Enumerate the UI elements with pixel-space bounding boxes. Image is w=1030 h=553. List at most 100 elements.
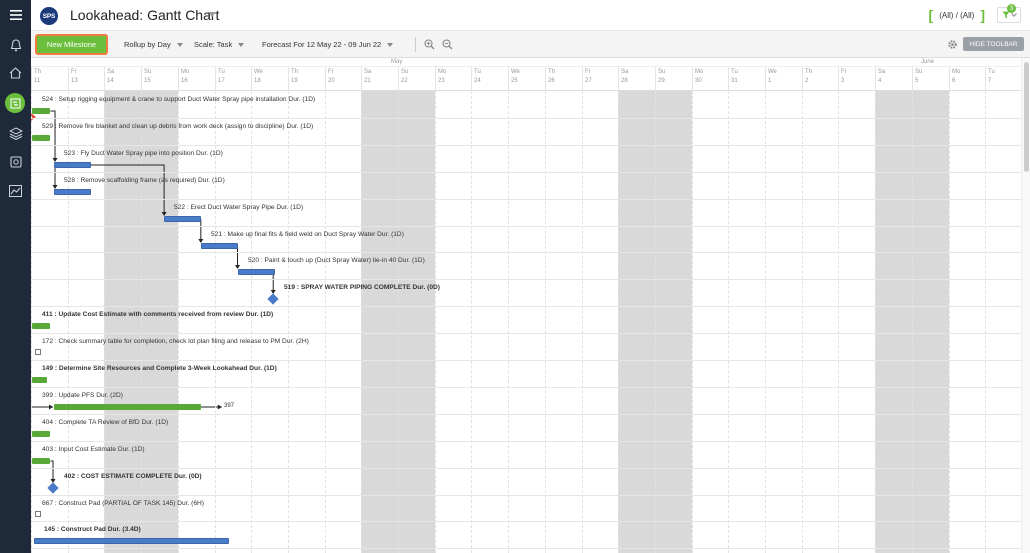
task-label[interactable]: 404 : Complete TA Review of BfD Dur. (1D… [42,419,168,426]
task-bar[interactable] [32,323,50,329]
grid-hline [31,387,1021,388]
task-mini-bar[interactable] [35,511,41,517]
scale-select[interactable]: Scale: Task [194,40,245,49]
grid-hline [31,306,1021,307]
day-number: 16 [181,78,188,84]
chevron-down-icon[interactable] [208,12,216,17]
day-column-header: Tu 24 [471,67,508,91]
forecast-select-label: Forecast For 12 May 22 - 09 Jun 22 [262,40,382,49]
task-bar[interactable] [32,458,50,464]
task-bar[interactable] [34,538,229,544]
task-label[interactable]: 524 : Setup rigging equipment & crane to… [42,96,315,103]
day-name: We [511,69,520,75]
day-name: Tu [218,69,225,75]
scrollbar-thumb[interactable] [1024,62,1029,172]
task-label[interactable]: 149 : Determine Site Resources and Compl… [42,365,277,372]
day-name: Sa [107,69,115,75]
chevron-down-icon [387,42,394,47]
task-bar[interactable] [32,135,50,141]
grid-vline [545,91,546,553]
grid-vline [802,91,803,553]
task-label[interactable]: 403 : Input Cost Estimate Dur. (1D) [42,446,145,453]
task-bar[interactable] [238,269,275,275]
day-column-header: Th 26 [545,67,582,91]
day-name: Su [401,69,409,75]
task-bar[interactable] [164,216,201,222]
day-number: 11 [34,78,41,84]
app-logo[interactable]: SPS [40,7,58,25]
day-column-header: Sa 4 [875,67,912,91]
day-name: Sa [364,69,372,75]
gantt-icon[interactable] [5,93,25,113]
menu-icon[interactable] [0,2,31,28]
task-label[interactable]: 528 : Remove scaffolding frame (as requi… [64,177,225,184]
task-label[interactable]: 523 : Fly Duct Water Spray pipe into pos… [64,150,223,157]
day-number: 7 [988,78,992,84]
milestone-diamond-icon[interactable] [267,293,279,305]
weekend-band [141,91,178,553]
day-column-header: Tu 7 [985,67,1021,91]
task-label[interactable]: 521 : Make up final fits & field weld on… [211,231,404,238]
grid-vline [68,91,69,553]
day-column-header: Mo 23 [435,67,472,91]
layers-icon[interactable] [0,120,31,146]
task-label[interactable]: 411 : Update Cost Estimate with comments… [42,311,273,318]
filter-button[interactable]: 3 [997,4,1021,23]
grid-vline [949,91,950,553]
task-bar[interactable] [201,243,238,249]
task-bar[interactable] [54,189,91,195]
grid-hline [31,521,1021,522]
milestone-diamond-icon[interactable] [47,482,59,494]
day-name: Fr [71,69,77,75]
day-number: 25 [511,78,518,84]
day-name: Mo [181,69,190,75]
task-label[interactable]: 520 : Paint & touch up (Duct Spray Water… [248,257,425,264]
day-number: 6 [952,78,956,84]
task-bar[interactable] [32,108,50,114]
day-name: Th [291,69,299,75]
grid-vline [251,91,252,553]
forecast-select[interactable]: Forecast For 12 May 22 - 09 Jun 22 [262,40,394,49]
task-bar[interactable] [54,162,91,168]
task-bar[interactable] [32,377,47,383]
grid-vline [582,91,583,553]
task-label[interactable]: 399 : Update PFS Dur. (2D) [42,392,123,399]
task-label[interactable]: 172 : Check summary table for completion… [42,338,309,345]
day-number: 17 [218,78,225,84]
gear-icon[interactable] [947,39,958,50]
vertical-scrollbar[interactable] [1021,58,1030,553]
weekend-band [655,91,692,553]
task-label[interactable]: 402 : COST ESTIMATE COMPLETE Dur. (0D) [64,473,202,480]
day-name: Mo [952,69,961,75]
new-milestone-button[interactable]: New Milestone [35,34,108,55]
toolbar-divider [415,37,416,52]
scope-filter[interactable]: [ (All) / (All) ] [929,7,985,23]
task-label[interactable]: 529 : Remove fire blanket and clean up d… [42,123,313,130]
rollup-select[interactable]: Rollup by Day [124,40,183,49]
task-label[interactable]: 145 : Construct Pad Dur. (3.4D) [44,526,141,533]
task-bar[interactable] [32,431,50,437]
clipboard-icon[interactable] [0,148,31,174]
page-title[interactable]: Lookahead: Gantt Chart [70,7,219,23]
day-name: Th [548,69,556,75]
task-mini-bar[interactable] [35,349,41,355]
zoom-out-icon[interactable] [442,39,453,50]
task-label[interactable]: 667 : Construct Pad (PARTIAL OF TASK 145… [42,500,204,507]
home-icon[interactable] [0,60,31,86]
day-name: Mo [695,69,704,75]
grid-vline [178,91,179,553]
day-number: 14 [107,78,114,84]
zoom-in-icon[interactable] [424,39,435,50]
day-column-header: Sa 14 [104,67,141,91]
day-number: 27 [585,78,592,84]
grid-vline [838,91,839,553]
bell-icon[interactable] [0,32,31,58]
day-column-header: We 25 [508,67,545,91]
day-column-header: Th 19 [288,67,325,91]
task-label[interactable]: 522 : Erect Duct Water Spray Pipe Dur. (… [174,204,303,211]
chart-icon[interactable] [0,178,31,204]
grid-hline [31,252,1021,253]
task-bar[interactable] [54,404,201,410]
hide-toolbar-button[interactable]: HIDE TOOLBAR [963,37,1024,51]
task-label[interactable]: 519 : SPRAY WATER PIPING COMPLETE Dur. (… [284,284,440,291]
